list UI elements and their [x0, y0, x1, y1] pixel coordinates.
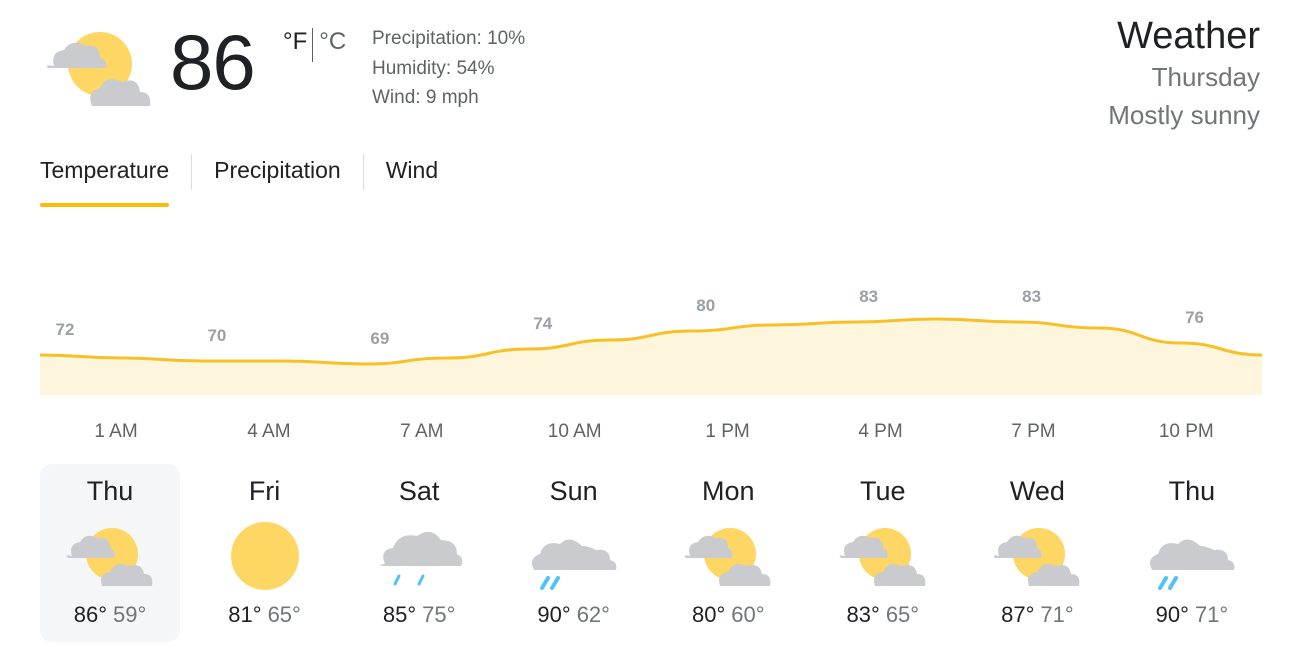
high-temperature: 87° — [1001, 602, 1035, 627]
time-tick-label: 4 AM — [247, 421, 290, 442]
forecast-day-2[interactable]: Sat 85° 75° — [349, 464, 489, 642]
daily-forecast: Thu 86° 59° Fri 81° 65° Sat 85° 75° Sun 90° 62° Mon 8… — [40, 464, 1262, 642]
low-temperature: 60° — [731, 602, 765, 627]
day-name: Sat — [398, 476, 440, 506]
low-temperature: 62° — [576, 602, 610, 627]
tab-precipitation[interactable]: Precipitation — [214, 150, 341, 207]
forecast-day-7[interactable]: Thu 90° 71° — [1122, 464, 1262, 642]
current-condition: Mostly sunny — [1108, 100, 1260, 130]
time-tick-label: 10 AM — [548, 421, 602, 442]
low-temperature: 65° — [267, 602, 301, 627]
location-summary: Weather Thursday Mostly sunny — [1108, 14, 1260, 134]
humidity-detail: Humidity: 54% — [372, 57, 495, 79]
temperature-data-label: 80 — [696, 296, 715, 315]
current-temperature: 86 — [170, 18, 256, 106]
time-tick-label: 7 PM — [1011, 421, 1055, 442]
low-temperature: 75° — [422, 602, 456, 627]
low-temperature: 71° — [1040, 602, 1074, 627]
tab-temperature[interactable]: Temperature — [40, 150, 170, 207]
sunny-icon — [230, 522, 299, 590]
time-tick-label: 4 PM — [858, 421, 902, 442]
temperature-data-label: 83 — [859, 287, 878, 306]
day-temperatures: 81° 65° — [195, 602, 335, 628]
day-temperatures: 83° 65° — [813, 602, 953, 628]
partly-cloudy-icon — [684, 528, 771, 586]
day-temperatures: 90° 71° — [1122, 602, 1262, 628]
precipitation-detail: Precipitation: 10% — [372, 28, 526, 49]
forecast-day-4[interactable]: Mon 80° 60° — [658, 464, 798, 642]
fahrenheit-unit[interactable]: °F — [283, 28, 307, 56]
time-tick-label: 1 PM — [705, 421, 749, 442]
time-tick-label: 10 PM — [1159, 421, 1214, 442]
unit-divider — [312, 28, 314, 62]
temperature-data-label: 69 — [370, 329, 389, 348]
scattered-showers-icon — [1149, 539, 1235, 590]
forecast-day-1[interactable]: Fri 81° 65° — [195, 464, 335, 642]
tab-divider — [362, 154, 364, 190]
wind-detail: Wind: 9 mph — [372, 87, 479, 108]
forecast-day-3[interactable]: Sun 90° 62° — [504, 464, 644, 642]
day-name: Tue — [860, 476, 906, 506]
forecast-day-5[interactable]: Tue 83° 65° — [813, 464, 953, 642]
day-temperatures: 87° 71° — [967, 602, 1107, 628]
high-temperature: 86° — [73, 602, 107, 627]
forecast-day-0[interactable]: Thu 86° 59° — [40, 464, 180, 642]
high-temperature: 81° — [228, 602, 262, 627]
tab-wind[interactable]: Wind — [386, 150, 438, 207]
low-temperature: 59° — [113, 602, 147, 627]
day-name: Mon — [701, 476, 755, 506]
current-details: Precipitation: 10% Humidity: 54% Wind: 9… — [372, 24, 525, 113]
partly-cloudy-icon — [66, 528, 153, 586]
current-day: Thursday — [1151, 62, 1260, 92]
chart-tabs: Temperature Precipitation Wind — [40, 150, 438, 210]
day-name: Thu — [86, 476, 134, 506]
showers-icon — [380, 531, 463, 586]
day-temperatures: 80° 60° — [658, 602, 798, 628]
low-temperature: 65° — [885, 602, 920, 627]
day-temperatures: 86° 59° — [40, 602, 180, 628]
celsius-unit[interactable]: °C — [319, 28, 346, 56]
scattered-showers-icon — [531, 539, 617, 590]
high-temperature: 83° — [846, 602, 880, 627]
weather-title: Weather — [1117, 15, 1260, 57]
day-name: Wed — [1009, 476, 1065, 506]
partly-cloudy-icon — [994, 528, 1080, 586]
day-name: Sun — [549, 476, 598, 506]
high-temperature: 85° — [382, 602, 417, 627]
low-temperature: 71° — [1194, 602, 1229, 627]
day-temperatures: 90° 62° — [504, 602, 644, 628]
temperature-chart: 72 70 69 74 80 83 83 76 1 AM 4 AM 7 AM 10 AM 1 PM 4 P… — [39, 287, 1263, 442]
temperature-data-label: 72 — [56, 320, 75, 339]
temperature-data-label: 74 — [533, 314, 552, 333]
temperature-data-label: 76 — [1185, 308, 1204, 327]
partly-cloudy-icon — [46, 32, 151, 106]
day-name: Fri — [248, 476, 281, 506]
temperature-data-label: 83 — [1022, 287, 1041, 306]
partly-cloudy-icon — [839, 528, 926, 586]
temperature-data-label: 70 — [207, 326, 226, 345]
unit-toggle: °F °C — [283, 28, 346, 62]
high-temperature: 80° — [691, 602, 726, 627]
forecast-day-6[interactable]: Wed 87° 71° — [967, 464, 1107, 642]
day-temperatures: 85° 75° — [349, 602, 489, 628]
high-temperature: 90° — [537, 602, 571, 627]
tab-divider — [191, 154, 193, 190]
high-temperature: 90° — [1155, 602, 1189, 627]
time-tick-label: 7 AM — [400, 421, 443, 442]
time-tick-label: 1 AM — [94, 421, 137, 442]
day-name: Thu — [1168, 476, 1216, 506]
